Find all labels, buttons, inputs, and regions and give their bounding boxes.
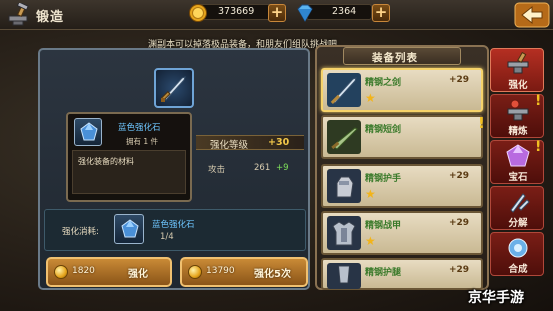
equipment-list-title: 装备列表	[372, 52, 418, 64]
forge-icon	[8, 3, 29, 26]
decompose-icon	[510, 193, 530, 213]
tab-refine[interactable]: 精炼 !	[490, 93, 544, 138]
tooltip-owned-count: 拥有 1 件	[126, 137, 159, 146]
tab-synthesis-label: 合成	[508, 264, 528, 275]
blue-stone-icon	[80, 122, 98, 141]
attack-label: 攻击	[208, 165, 226, 175]
material-slot[interactable]	[114, 214, 144, 244]
selected-equipment-slot[interactable]	[154, 68, 194, 108]
equipment-name: 精钢之剑	[365, 78, 402, 88]
equipment-name: 精钢战甲	[365, 221, 402, 231]
tooltip-item-icon	[74, 118, 102, 146]
equipment-name: 精钢短剑	[365, 125, 402, 135]
anvil-icon	[507, 52, 529, 74]
material-name: 蓝色强化石	[152, 220, 195, 230]
diamond-amount: 2364	[332, 6, 357, 17]
tab-decompose[interactable]: 分解	[490, 186, 544, 230]
equipment-level: +29	[449, 218, 470, 228]
tab-refine-label: 精炼	[508, 126, 528, 137]
equipment-item-greaves[interactable]: 精钢护腿 +29	[321, 258, 483, 290]
equipment-item-armor[interactable]: 精钢战甲 +29 ★	[321, 211, 483, 255]
dagger-icon	[327, 120, 361, 154]
watermark-text: 京华手游	[468, 290, 524, 306]
star-icon: ★	[365, 91, 376, 105]
attack-increase: +9	[276, 163, 289, 173]
tab-gem[interactable]: 宝石 !	[490, 139, 544, 184]
enhance-5x-label: 强化5次	[254, 269, 291, 280]
tab-synthesis[interactable]: 合成	[490, 232, 544, 276]
add-gold-button[interactable]: +	[268, 4, 286, 22]
synthesis-icon	[508, 238, 528, 258]
enhance-level-label: 强化等级	[210, 140, 249, 151]
gem-icon	[506, 144, 530, 167]
gold-coin-icon	[189, 4, 207, 22]
equipment-item-gauntlet[interactable]: 精钢护手 +29 ★	[321, 164, 483, 208]
gold-coin-icon	[54, 265, 68, 279]
diamond-icon	[297, 4, 313, 22]
greaves-icon	[327, 263, 361, 289]
tab-decompose-label: 分解	[508, 218, 528, 229]
tooltip-description: 强化装备的材料	[78, 157, 134, 166]
blue-stone-icon	[121, 219, 139, 238]
gauntlet-icon	[327, 169, 361, 203]
back-arrow-icon[interactable]	[514, 2, 550, 28]
enhance-cost: 1820	[72, 266, 95, 276]
equipment-level: +29	[449, 75, 470, 85]
alert-icon: !	[478, 114, 485, 132]
add-diamond-button[interactable]: +	[372, 4, 390, 22]
material-label: 强化消耗:	[62, 227, 99, 237]
equipment-item-dagger[interactable]: 精钢短剑 !	[321, 114, 485, 159]
equipment-name: 精钢护腿	[365, 268, 402, 278]
alert-icon: !	[535, 139, 542, 155]
attack-value: 261	[254, 163, 271, 173]
enhance-5x-cost: 13790	[206, 266, 235, 276]
star-icon: ★	[365, 234, 376, 248]
gold-coin-icon	[188, 265, 202, 279]
tab-gem-label: 宝石	[508, 172, 528, 183]
enhance-label: 强化	[128, 269, 148, 280]
sword-icon	[160, 76, 186, 102]
tooltip-item-name: 蓝色强化石	[118, 123, 161, 133]
star-icon: ★	[365, 187, 376, 201]
top-bar: 锻造 373669 + 2364 +	[0, 0, 553, 30]
enhance-level-value: +30	[268, 137, 290, 148]
equipment-item-sword[interactable]: 精钢之剑 +29 ★	[321, 68, 483, 112]
armor-icon	[327, 216, 361, 250]
sword-icon	[327, 73, 361, 107]
page-title: 锻造	[36, 10, 65, 25]
equipment-name: 精钢护手	[365, 174, 402, 184]
alert-icon: !	[535, 93, 542, 109]
gold-amount: 373669	[218, 6, 255, 17]
equipment-level: +29	[449, 171, 470, 181]
material-count: 1/4	[160, 232, 174, 242]
equipment-level: +29	[449, 265, 470, 275]
refine-anvil-icon	[507, 99, 529, 121]
tab-enhance[interactable]: 强化	[490, 48, 544, 92]
tab-enhance-label: 强化	[508, 80, 528, 91]
